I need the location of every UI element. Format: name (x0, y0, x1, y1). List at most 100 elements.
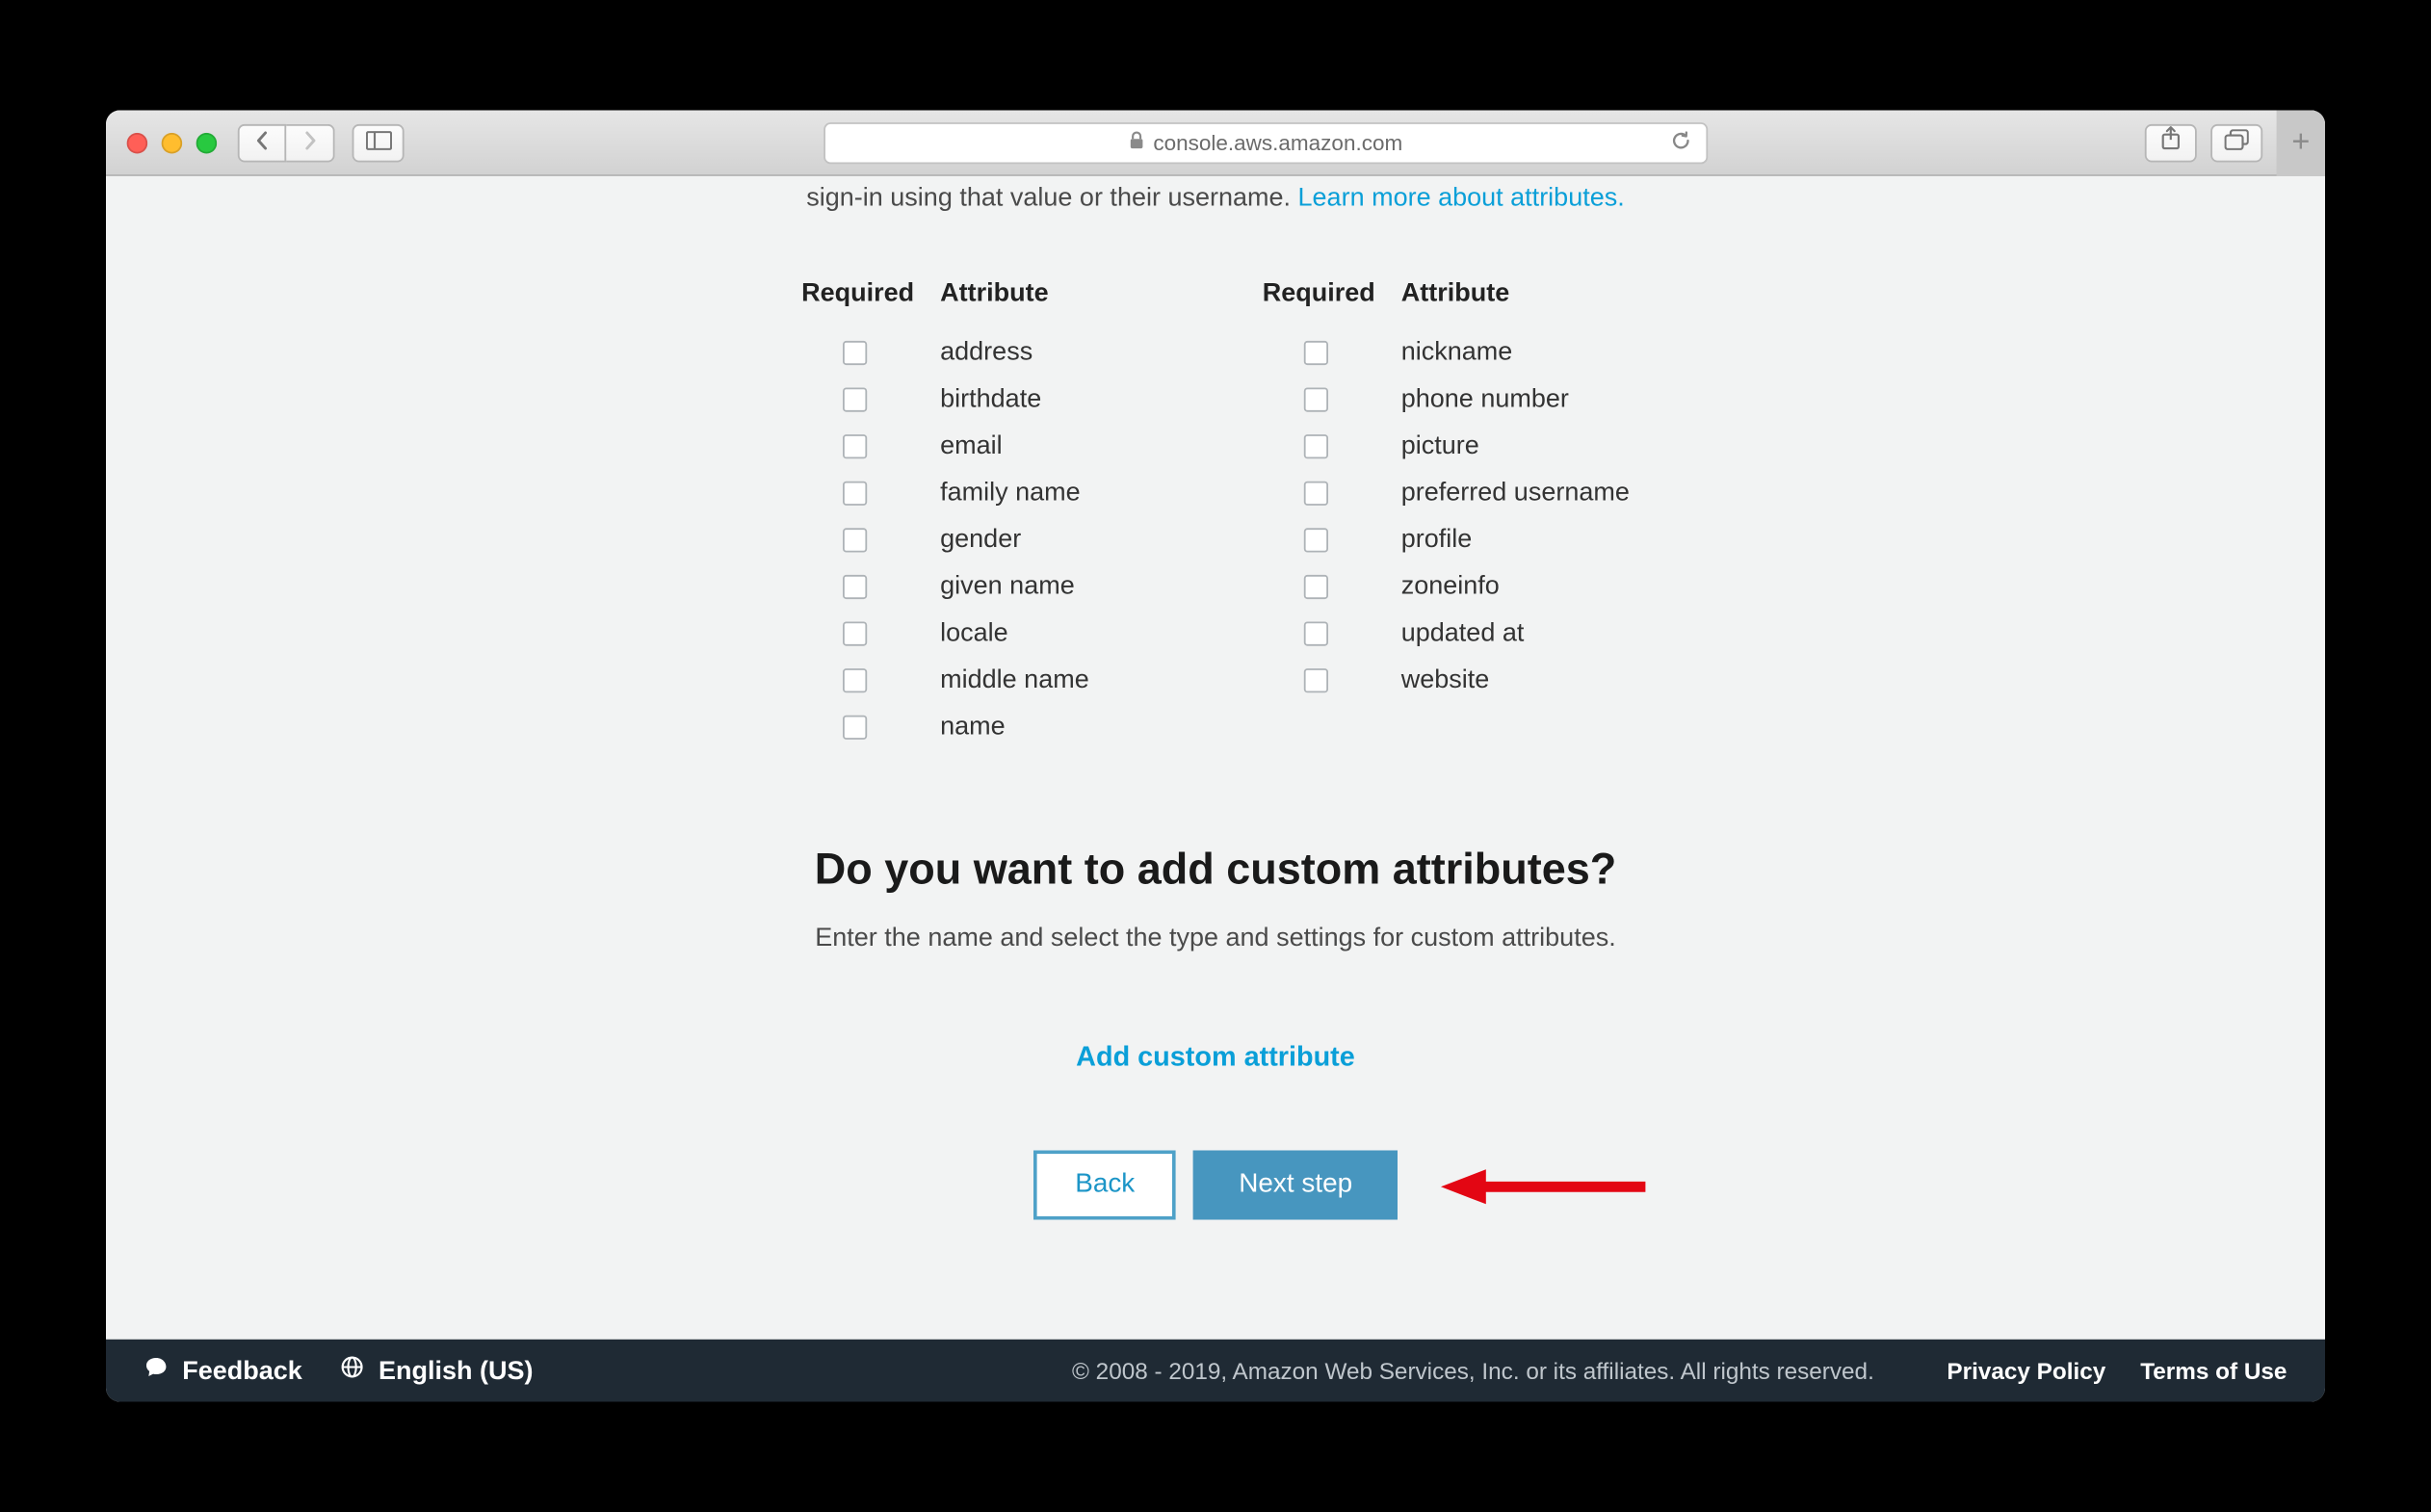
globe-icon (340, 1355, 364, 1386)
attributes-description-fragment: sign-in using that value or their userna… (505, 183, 1926, 213)
attribute-label: name (940, 712, 1006, 742)
address-bar[interactable]: console.aws.amazon.com (823, 121, 1708, 163)
attribute-label: gender (940, 525, 1021, 555)
sidebar-icon (365, 127, 391, 158)
attribute-label: zoneinfo (1401, 571, 1500, 601)
copyright-text: © 2008 - 2019, Amazon Web Services, Inc.… (1072, 1358, 1874, 1384)
attribute-label: middle name (940, 665, 1089, 695)
attribute-label: profile (1401, 525, 1473, 555)
attribute-label: family name (940, 478, 1081, 508)
maximize-window-button[interactable] (196, 132, 218, 153)
attributes-column-1: Required Attribute address birthdate email… (801, 278, 1089, 750)
required-checkbox[interactable] (1304, 481, 1328, 505)
attribute-row: address (801, 328, 1089, 376)
titlebar: console.aws.amazon.com (106, 111, 2325, 176)
attribute-label: email (940, 431, 1003, 461)
nav-group (238, 123, 335, 162)
header-attribute: Attribute (940, 278, 1049, 308)
required-checkbox[interactable] (843, 667, 867, 691)
forward-nav-button[interactable] (286, 123, 334, 162)
back-button[interactable]: Back (1033, 1151, 1176, 1220)
attribute-row: middle name (801, 657, 1089, 704)
privacy-policy-link[interactable]: Privacy Policy (1947, 1358, 2105, 1384)
share-button[interactable] (2145, 123, 2197, 162)
custom-attributes-subheading: Enter the name and select the type and s… (815, 924, 1615, 953)
chat-icon (144, 1355, 169, 1386)
required-checkbox[interactable] (843, 340, 867, 364)
required-checkbox[interactable] (1304, 574, 1328, 598)
plus-icon: + (2291, 124, 2310, 161)
attribute-row: phone number (1263, 376, 1630, 423)
attribute-row: profile (1263, 516, 1630, 563)
language-selector[interactable]: English (US) (340, 1355, 533, 1386)
new-tab-button[interactable]: + (2277, 111, 2325, 176)
attribute-row: zoneinfo (1263, 562, 1630, 610)
required-checkbox[interactable] (1304, 527, 1328, 551)
attribute-row: birthdate (801, 376, 1089, 423)
language-label: English (US) (379, 1356, 534, 1386)
close-window-button[interactable] (127, 132, 148, 153)
tabs-icon (2225, 127, 2249, 158)
attributes-column-2: Required Attribute nickname phone number p… (1263, 278, 1630, 750)
page-content: sign-in using that value or their userna… (106, 176, 2325, 1340)
attribute-row: family name (801, 469, 1089, 516)
tabs-button[interactable] (2210, 123, 2262, 162)
chevron-left-icon (255, 130, 269, 154)
required-checkbox[interactable] (843, 481, 867, 505)
required-checkbox[interactable] (843, 574, 867, 598)
header-attribute: Attribute (1401, 278, 1510, 308)
attribute-label: nickname (1401, 337, 1513, 367)
attribute-row: locale (801, 610, 1089, 657)
required-checkbox[interactable] (1304, 340, 1328, 364)
required-checkbox[interactable] (843, 527, 867, 551)
attribute-row: updated at (1263, 610, 1630, 657)
required-checkbox[interactable] (1304, 387, 1328, 411)
required-checkbox[interactable] (1304, 667, 1328, 691)
aws-footer: Feedback English (US) © 2008 - 2019, Ama… (106, 1340, 2325, 1402)
custom-attributes-heading: Do you want to add custom attributes? (815, 846, 1617, 896)
safari-window: console.aws.amazon.com (106, 111, 2325, 1402)
attribute-row: website (1263, 657, 1630, 704)
attribute-label: birthdate (940, 384, 1041, 414)
attribute-row: preferred username (1263, 469, 1630, 516)
attribute-label: picture (1401, 431, 1479, 461)
minimize-window-button[interactable] (162, 132, 183, 153)
header-required: Required (801, 278, 940, 308)
attribute-label: given name (940, 571, 1075, 601)
feedback-button[interactable]: Feedback (144, 1355, 302, 1386)
attribute-row: given name (801, 562, 1089, 610)
attribute-row: name (801, 703, 1089, 750)
lock-icon (1129, 130, 1144, 154)
learn-more-link[interactable]: Learn more about attributes. (1298, 183, 1625, 213)
attributes-table: Required Attribute address birthdate email… (801, 278, 1630, 750)
attribute-row: picture (1263, 423, 1630, 470)
attribute-label: phone number (1401, 384, 1569, 414)
reload-icon[interactable] (1670, 128, 1692, 156)
required-checkbox[interactable] (1304, 621, 1328, 645)
attribute-label: updated at (1401, 618, 1525, 648)
traffic-lights (127, 132, 218, 153)
wizard-buttons: Back Next step (1033, 1151, 1398, 1220)
attribute-label: website (1401, 665, 1490, 695)
share-icon (2160, 126, 2182, 159)
sidebar-toggle-button[interactable] (353, 123, 405, 162)
fragment-text: sign-in using that value or their userna… (806, 183, 1297, 213)
back-nav-button[interactable] (238, 123, 286, 162)
feedback-label: Feedback (182, 1356, 302, 1386)
required-checkbox[interactable] (843, 387, 867, 411)
attribute-label: preferred username (1401, 478, 1630, 508)
url-host: console.aws.amazon.com (1153, 130, 1402, 154)
terms-of-use-link[interactable]: Terms of Use (2140, 1358, 2287, 1384)
required-checkbox[interactable] (1304, 433, 1328, 457)
required-checkbox[interactable] (843, 621, 867, 645)
attribute-label: address (940, 337, 1033, 367)
attribute-label: locale (940, 618, 1008, 648)
required-checkbox[interactable] (843, 715, 867, 739)
required-checkbox[interactable] (843, 433, 867, 457)
attribute-row: email (801, 423, 1089, 470)
next-step-button[interactable]: Next step (1193, 1151, 1397, 1220)
chevron-right-icon (302, 130, 316, 154)
header-required: Required (1263, 278, 1401, 308)
add-custom-attribute-link[interactable]: Add custom attribute (1076, 1043, 1355, 1074)
attribute-row: nickname (1263, 328, 1630, 376)
